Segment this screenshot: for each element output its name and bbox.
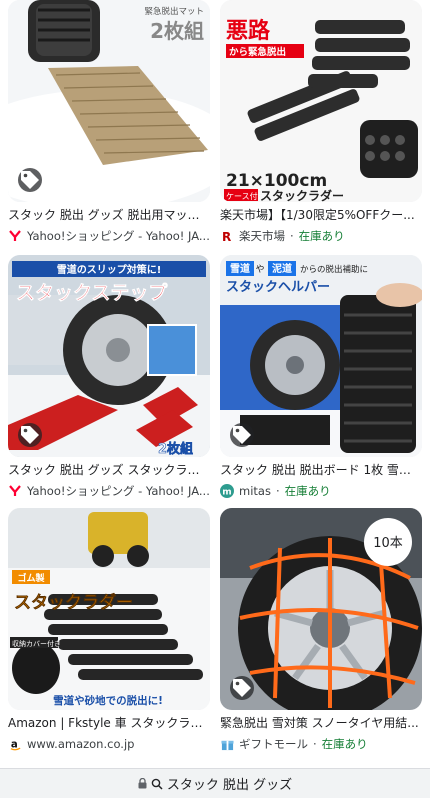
result-source-2[interactable]: R 楽天市場 · 在庫あり <box>220 228 422 244</box>
result-source-5[interactable]: a www.amazon.co.jp <box>8 736 210 752</box>
image-caption-escape-aid: からの脱出補助に <box>300 264 368 275</box>
result-title-3[interactable]: スタック 脱出 グッズ スタックラダ... <box>8 463 210 478</box>
result-title-2[interactable]: 楽天市場】【1/30限定5%OFFクー... <box>220 208 422 223</box>
result-source-3[interactable]: Yahoo!ショッピング - Yahoo! JA... <box>8 483 210 499</box>
result-title-4[interactable]: スタック 脱出 脱出ボード 1枚 雪道 ... <box>220 463 422 478</box>
image-caption-with-cover: 収納カバー付き <box>12 639 61 648</box>
svg-text:R: R <box>222 230 231 242</box>
product-tag-icon <box>230 423 254 447</box>
svg-text:m: m <box>222 488 231 498</box>
lock-icon <box>138 778 147 789</box>
search-query[interactable]: スタック 脱出 グッズ <box>167 774 292 793</box>
image-caption-emergency-mat: 緊急脱出マット <box>144 6 204 17</box>
source-name: mitas <box>239 484 271 498</box>
separator-dot: · <box>290 229 294 243</box>
image-caption-snow-road: 雪道 <box>230 262 250 275</box>
image-caption-stack-helper: スタックヘルパー <box>226 280 330 295</box>
yahoo-y-icon <box>8 484 22 498</box>
in-stock-label: 在庫あり <box>284 484 331 498</box>
image-caption-mud-road: 泥道 <box>272 262 292 275</box>
image-caption-slip-prevention: 雪道のスリップ対策に! <box>57 263 162 276</box>
image-caption-or: や <box>255 264 264 275</box>
result-title-6[interactable]: 緊急脱出 雪対策 スノータイヤ用結... <box>220 716 422 731</box>
product-tag-icon <box>18 168 42 192</box>
stack-ladder-image: 悪路 から緊急脱出 21×100cm ケース付き スタックラダー <box>220 0 422 202</box>
image-caption-stack-ladder: スタックラダー <box>260 188 344 202</box>
result-image-6[interactable]: 10本 <box>220 508 422 710</box>
separator-dot: · <box>313 737 317 751</box>
result-title-5[interactable]: Amazon | Fkstyle 車 スタックラダ... <box>8 716 210 731</box>
product-tag-icon <box>18 423 42 447</box>
image-caption-size: 21×100cm <box>226 171 327 191</box>
rubber-ladder-image: ゴム製 スタックラダー 収納カバー付き 雪道や砂地での脱出に! <box>8 508 210 710</box>
result-source-4[interactable]: m mitas · 在庫あり <box>220 483 422 499</box>
result-image-2[interactable]: 悪路 から緊急脱出 21×100cm ケース付き スタックラダー <box>220 0 422 202</box>
amazon-a-icon: a <box>8 737 22 751</box>
in-stock-label: 在庫あり <box>321 737 368 751</box>
image-caption-rough-road: 悪路 <box>226 18 271 44</box>
in-stock-label: 在庫あり <box>298 229 345 243</box>
product-tag-icon <box>230 676 254 700</box>
mitas-m-icon: m <box>220 484 234 498</box>
image-caption-ten-pieces: 10本 <box>373 536 403 551</box>
image-caption-rubber: ゴム製 <box>17 572 45 584</box>
image-caption-stack-step: スタックステップ <box>16 281 168 304</box>
result-image-1[interactable]: 緊急脱出マット 2枚組 <box>8 0 210 202</box>
search-icon <box>151 778 163 790</box>
yahoo-y-icon <box>8 229 22 243</box>
source-name: Yahoo!ショッピング - Yahoo! JA... <box>27 229 210 243</box>
source-name: Yahoo!ショッピング - Yahoo! JA... <box>27 484 210 498</box>
image-caption-two-piece: 2枚組 <box>150 19 204 43</box>
separator-dot: · <box>275 484 280 498</box>
image-caption-escape: から緊急脱出 <box>229 46 286 58</box>
result-title-1[interactable]: スタック 脱出 グッズ 脱出用マット ... <box>8 208 210 223</box>
result-image-4[interactable]: 雪道 や 泥道 からの脱出補助に スタックヘルパー <box>220 255 422 457</box>
rakuten-r-icon: R <box>220 229 234 243</box>
image-caption-two-piece: 2枚組 <box>158 441 193 457</box>
search-address-bar[interactable]: スタック 脱出 グッズ <box>0 768 430 798</box>
result-image-5[interactable]: ゴム製 スタックラダー 収納カバー付き 雪道や砂地での脱出に! <box>8 508 210 710</box>
source-name: www.amazon.co.jp <box>27 737 135 751</box>
image-caption-snow-sand: 雪道や砂地での脱出に! <box>53 694 163 707</box>
image-caption-stack-ladder: スタックラダー <box>14 592 133 613</box>
source-name: 楽天市場 <box>239 229 285 243</box>
result-source-1[interactable]: Yahoo!ショッピング - Yahoo! JA... <box>8 228 210 244</box>
result-source-6[interactable]: ギフトモール · 在庫あり <box>220 736 422 752</box>
gift-icon <box>220 737 234 751</box>
source-name: ギフトモール <box>239 737 308 751</box>
result-image-3[interactable]: 雪道のスリップ対策に! スタックステップ 2枚組 <box>8 255 210 457</box>
